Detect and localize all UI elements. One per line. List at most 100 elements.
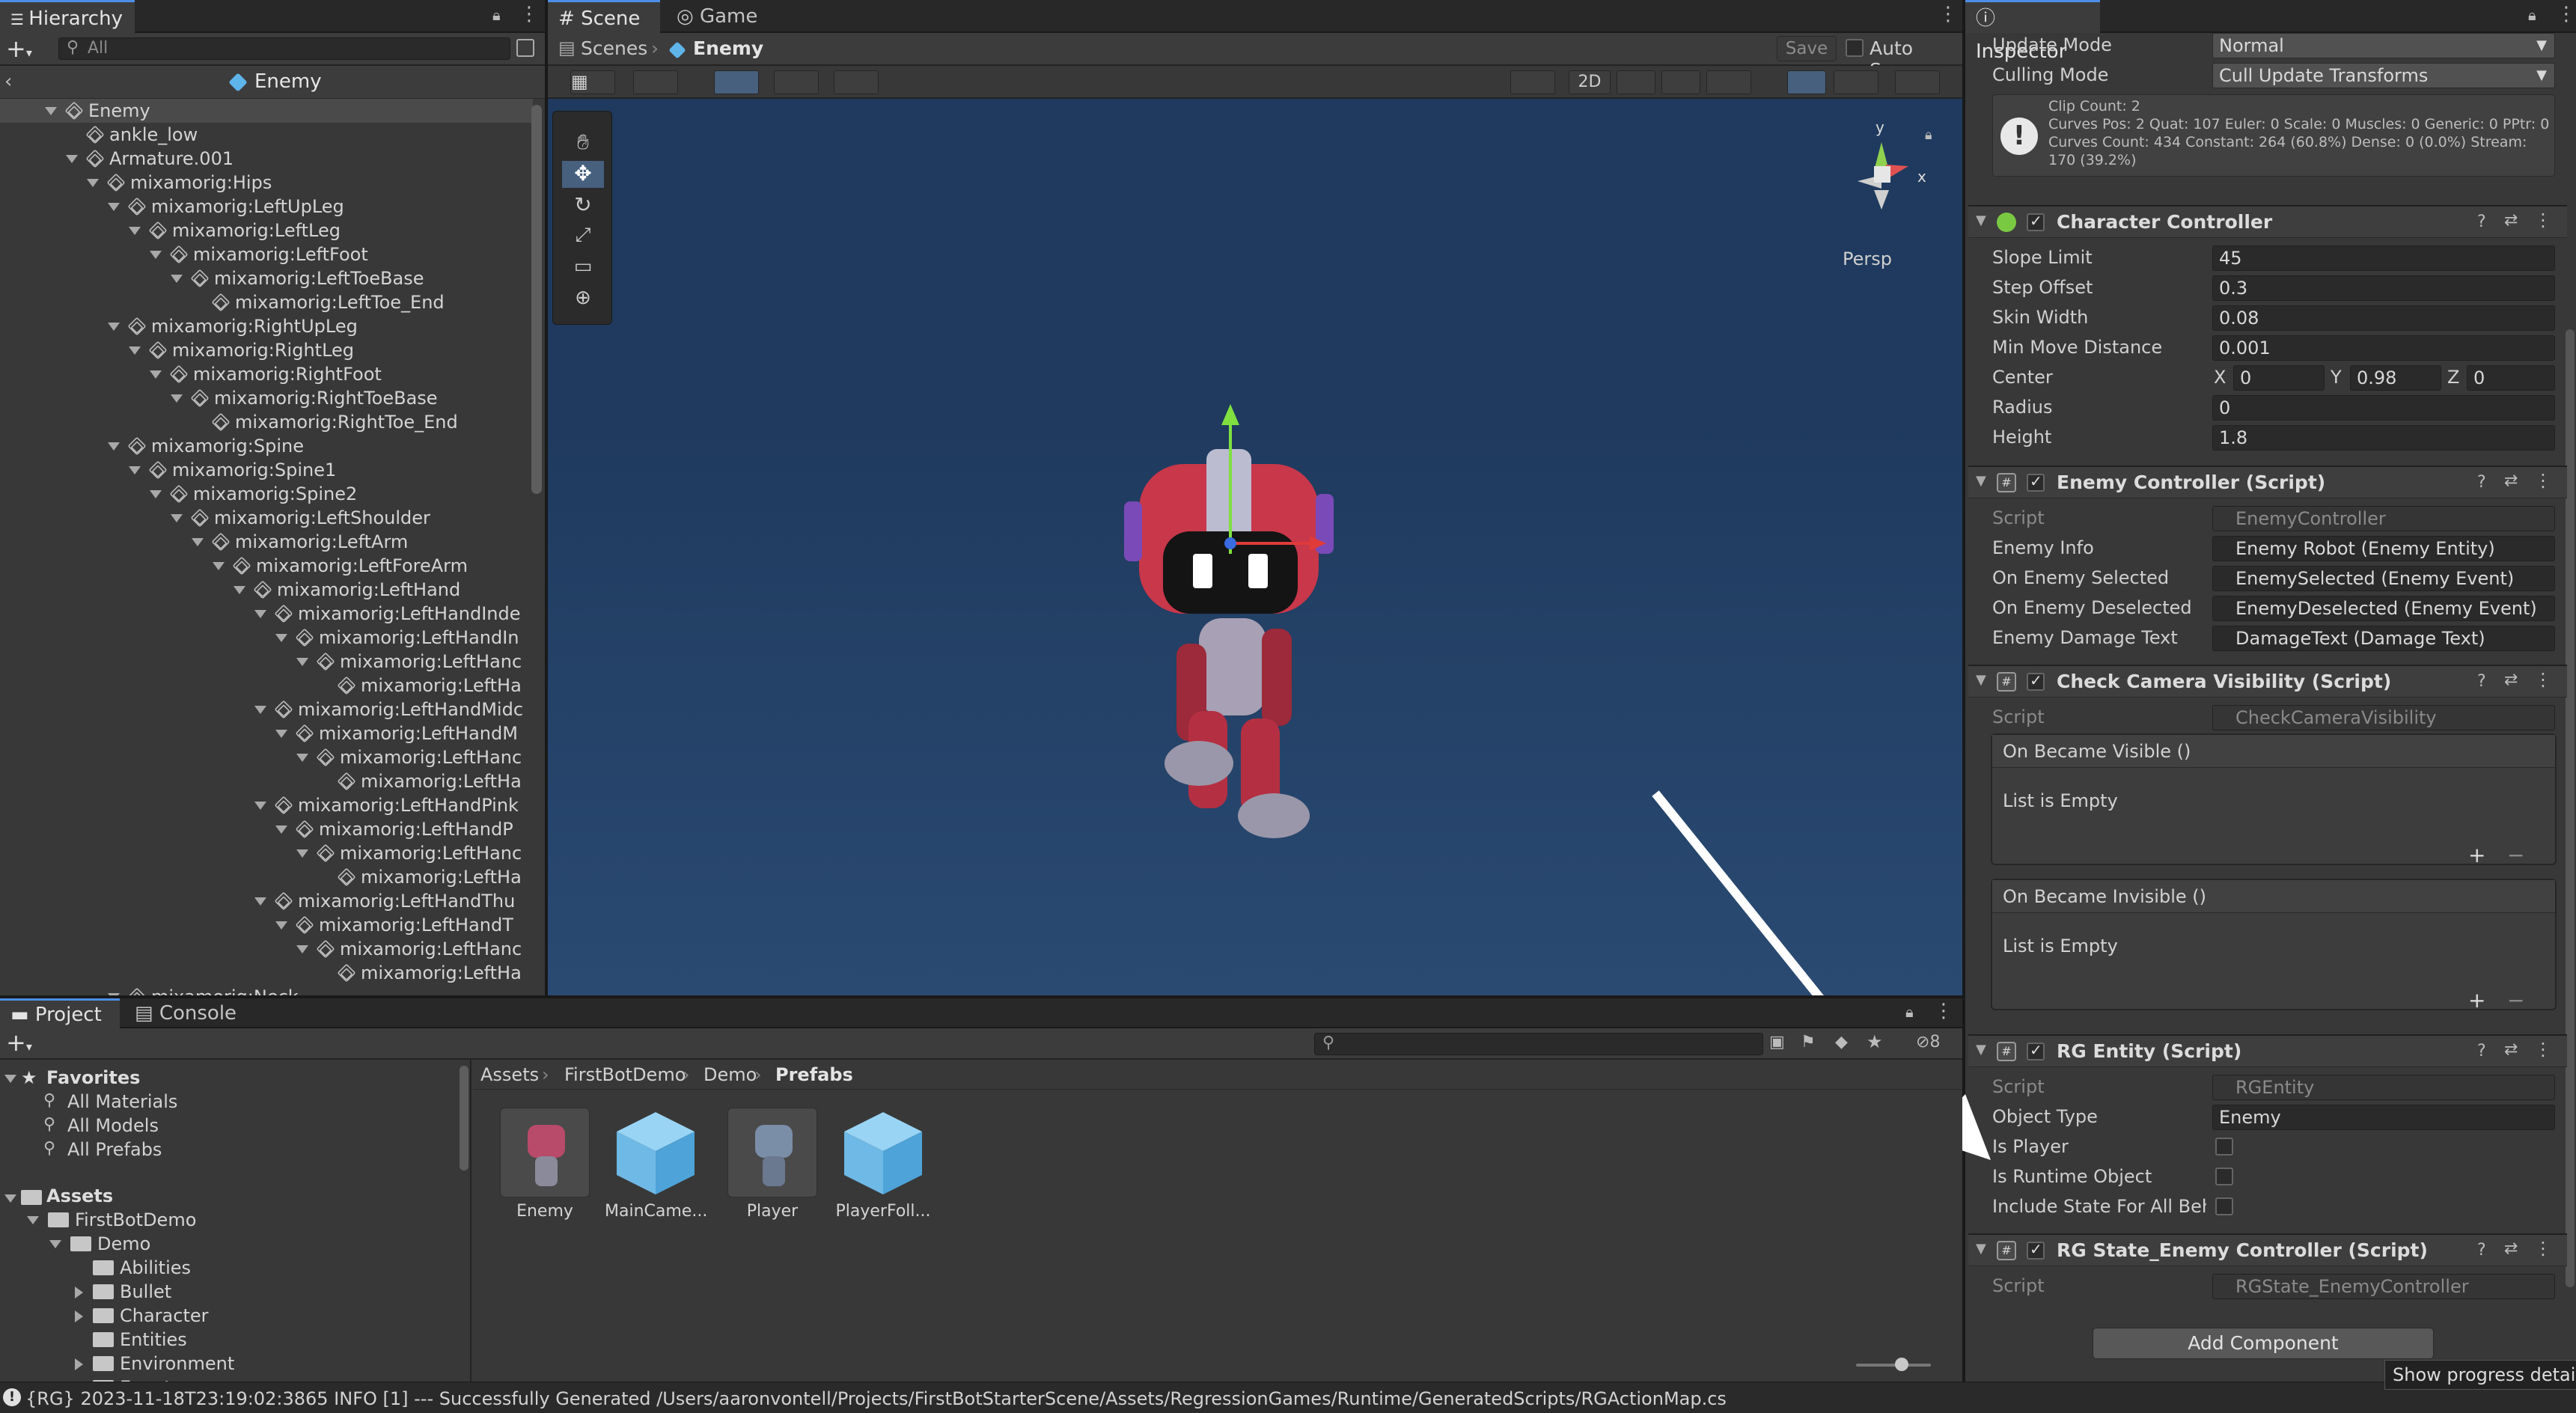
component-enabled-checkbox[interactable]: [2027, 472, 2045, 492]
chevron-down-icon[interactable]: [254, 610, 266, 618]
chevron-down-icon[interactable]: [275, 825, 287, 834]
hierarchy-item[interactable]: mixamorig:RightUpLeg: [0, 314, 533, 338]
draw-mode-button[interactable]: ▦: [570, 70, 615, 94]
create-button[interactable]: +▾: [6, 1028, 32, 1057]
tab-hierarchy[interactable]: ☰ Hierarchy: [0, 0, 135, 33]
chevron-down-icon[interactable]: [150, 370, 162, 379]
chevron-down-icon[interactable]: ▼: [1976, 473, 1986, 489]
breadcrumb-firstbotdemo[interactable]: FirstBotDemo: [564, 1064, 686, 1085]
rg-state-header[interactable]: ▼ # RG State_Enemy Controller (Script) ?…: [1968, 1233, 2567, 1266]
lock-icon[interactable]: 🔒︎: [492, 6, 501, 24]
search-by-tag-icon[interactable]: ◆: [1835, 1033, 1848, 1052]
help-icon[interactable]: ?: [2477, 213, 2486, 231]
project-folder-item[interactable]: FirstBotDemo: [0, 1208, 457, 1232]
projection-toggle[interactable]: Persp: [1843, 248, 1892, 269]
search-by-label-icon[interactable]: ⚑: [1801, 1033, 1816, 1052]
auto-save-checkbox[interactable]: [1846, 39, 1864, 57]
help-icon[interactable]: ?: [2477, 1241, 2486, 1260]
remove-listener-button[interactable]: −: [2507, 843, 2524, 867]
hierarchy-item[interactable]: Enemy: [0, 99, 533, 123]
more-icon[interactable]: ⋮: [2534, 470, 2552, 491]
hierarchy-item[interactable]: mixamorig:LeftToeBase: [0, 266, 533, 290]
hierarchy-item[interactable]: mixamorig:LeftHa: [0, 769, 533, 793]
breadcrumb-assets[interactable]: Assets: [480, 1064, 539, 1085]
shading-mode-button[interactable]: [1510, 70, 1555, 94]
scene-visibility-icon[interactable]: [516, 39, 534, 57]
chevron-down-icon[interactable]: [234, 586, 245, 594]
rg-entity-header[interactable]: ▼ # RG Entity (Script) ? ⇄ ⋮: [1968, 1034, 2567, 1067]
favorite-icon[interactable]: ★: [1867, 1031, 1883, 1052]
more-icon[interactable]: ⋮: [519, 3, 539, 25]
tab-game[interactable]: ◎ Game: [666, 0, 771, 33]
hierarchy-item[interactable]: mixamorig:LeftHa: [0, 865, 533, 889]
lock-icon[interactable]: 🔒︎: [2528, 6, 2536, 24]
project-folder-item[interactable]: Abilities: [0, 1256, 457, 1280]
hierarchy-item[interactable]: mixamorig:LeftHa: [0, 961, 533, 985]
asset-player-prefab[interactable]: Player: [721, 1108, 823, 1221]
hierarchy-item[interactable]: ankle_low: [0, 123, 533, 147]
toggle-2d-button[interactable]: 2D: [1569, 70, 1611, 94]
on-enemy-selected-field[interactable]: EnemySelected (Enemy Event): [2212, 566, 2555, 591]
chevron-down-icon[interactable]: ▼: [1976, 672, 1986, 688]
hierarchy-item[interactable]: mixamorig:LeftFoot: [0, 242, 533, 266]
skin-width-field[interactable]: 0.08: [2212, 305, 2555, 331]
update-mode-dropdown[interactable]: Normal ▼: [2212, 33, 2555, 58]
hierarchy-item[interactable]: mixamorig:LeftHandInde: [0, 602, 533, 626]
more-icon[interactable]: ⋮: [2534, 1039, 2552, 1060]
hierarchy-item[interactable]: mixamorig:LeftHanc: [0, 745, 533, 769]
chevron-right-icon[interactable]: [75, 1287, 83, 1298]
project-folder-item[interactable]: Character: [0, 1304, 457, 1328]
presets-icon[interactable]: ⇄: [2504, 211, 2518, 230]
add-listener-button[interactable]: +: [2468, 843, 2485, 867]
grid-visibility-button[interactable]: [774, 70, 819, 94]
presets-icon[interactable]: ⇄: [2504, 471, 2518, 490]
camera-button[interactable]: [1834, 70, 1878, 94]
hand-tool-icon[interactable]: ✋︎: [562, 129, 604, 156]
project-search-input[interactable]: ⚲: [1314, 1033, 1763, 1055]
lock-icon[interactable]: 🔒︎: [1905, 1003, 1914, 1021]
project-folder-item[interactable]: Bullet: [0, 1280, 457, 1304]
hierarchy-item[interactable]: mixamorig:LeftHandM: [0, 721, 533, 745]
chevron-down-icon[interactable]: [296, 945, 308, 953]
audio-button[interactable]: [1661, 70, 1700, 94]
hierarchy-item[interactable]: mixamorig:LeftHandIn: [0, 626, 533, 650]
chevron-right-icon[interactable]: [75, 1310, 83, 1322]
add-component-button[interactable]: Add Component: [2093, 1328, 2434, 1359]
hierarchy-item[interactable]: mixamorig:RightToeBase: [0, 386, 533, 410]
hierarchy-item[interactable]: mixamorig:LeftForeArm: [0, 554, 533, 578]
breadcrumb-enemy[interactable]: Enemy: [693, 37, 763, 59]
asset-playerfollow-prefab[interactable]: PlayerFoll...: [832, 1108, 934, 1221]
chevron-down-icon[interactable]: [66, 155, 78, 163]
hierarchy-item[interactable]: mixamorig:LeftHandT: [0, 913, 533, 937]
chevron-down-icon[interactable]: [150, 251, 162, 259]
search-by-type-icon[interactable]: ▣: [1769, 1033, 1785, 1052]
project-folder-item[interactable]: Environment: [0, 1352, 457, 1376]
more-icon[interactable]: ⋮: [2557, 3, 2576, 25]
more-icon[interactable]: ⋮: [1938, 3, 1958, 25]
hierarchy-item[interactable]: mixamorig:LeftHand: [0, 578, 533, 602]
favorite-item[interactable]: All Models: [67, 1115, 159, 1136]
enemy-damage-text-field[interactable]: DamageText (Damage Text): [2212, 626, 2555, 651]
chevron-down-icon[interactable]: [296, 658, 308, 666]
component-enabled-checkbox[interactable]: [2027, 1041, 2045, 1060]
chevron-down-icon[interactable]: ▼: [1976, 1241, 1986, 1257]
presets-icon[interactable]: ⇄: [2504, 671, 2518, 689]
hierarchy-item[interactable]: mixamorig:LeftHanc: [0, 841, 533, 865]
assets-label[interactable]: Assets: [46, 1185, 113, 1206]
step-offset-field[interactable]: 0.3: [2212, 275, 2555, 301]
transform-tool-icon[interactable]: ⊕: [562, 287, 604, 314]
add-button[interactable]: +▾: [6, 34, 32, 63]
slope-limit-field[interactable]: 45: [2212, 245, 2555, 271]
rotate-tool-icon[interactable]: ↻: [562, 192, 604, 219]
component-enabled-checkbox[interactable]: [2027, 1240, 2045, 1260]
chevron-down-icon[interactable]: [254, 706, 266, 714]
global-toggle[interactable]: [633, 70, 678, 94]
more-icon[interactable]: ⋮: [2534, 1238, 2552, 1259]
favorites-label[interactable]: Favorites: [46, 1067, 140, 1088]
hierarchy-item[interactable]: mixamorig:Neck: [0, 985, 533, 995]
hierarchy-item[interactable]: mixamorig:LeftHandPink: [0, 793, 533, 817]
chevron-down-icon[interactable]: [254, 802, 266, 810]
breadcrumb-demo[interactable]: Demo: [703, 1064, 757, 1085]
min-move-distance-field[interactable]: 0.001: [2212, 335, 2555, 361]
hierarchy-item[interactable]: Armature.001: [0, 147, 533, 171]
